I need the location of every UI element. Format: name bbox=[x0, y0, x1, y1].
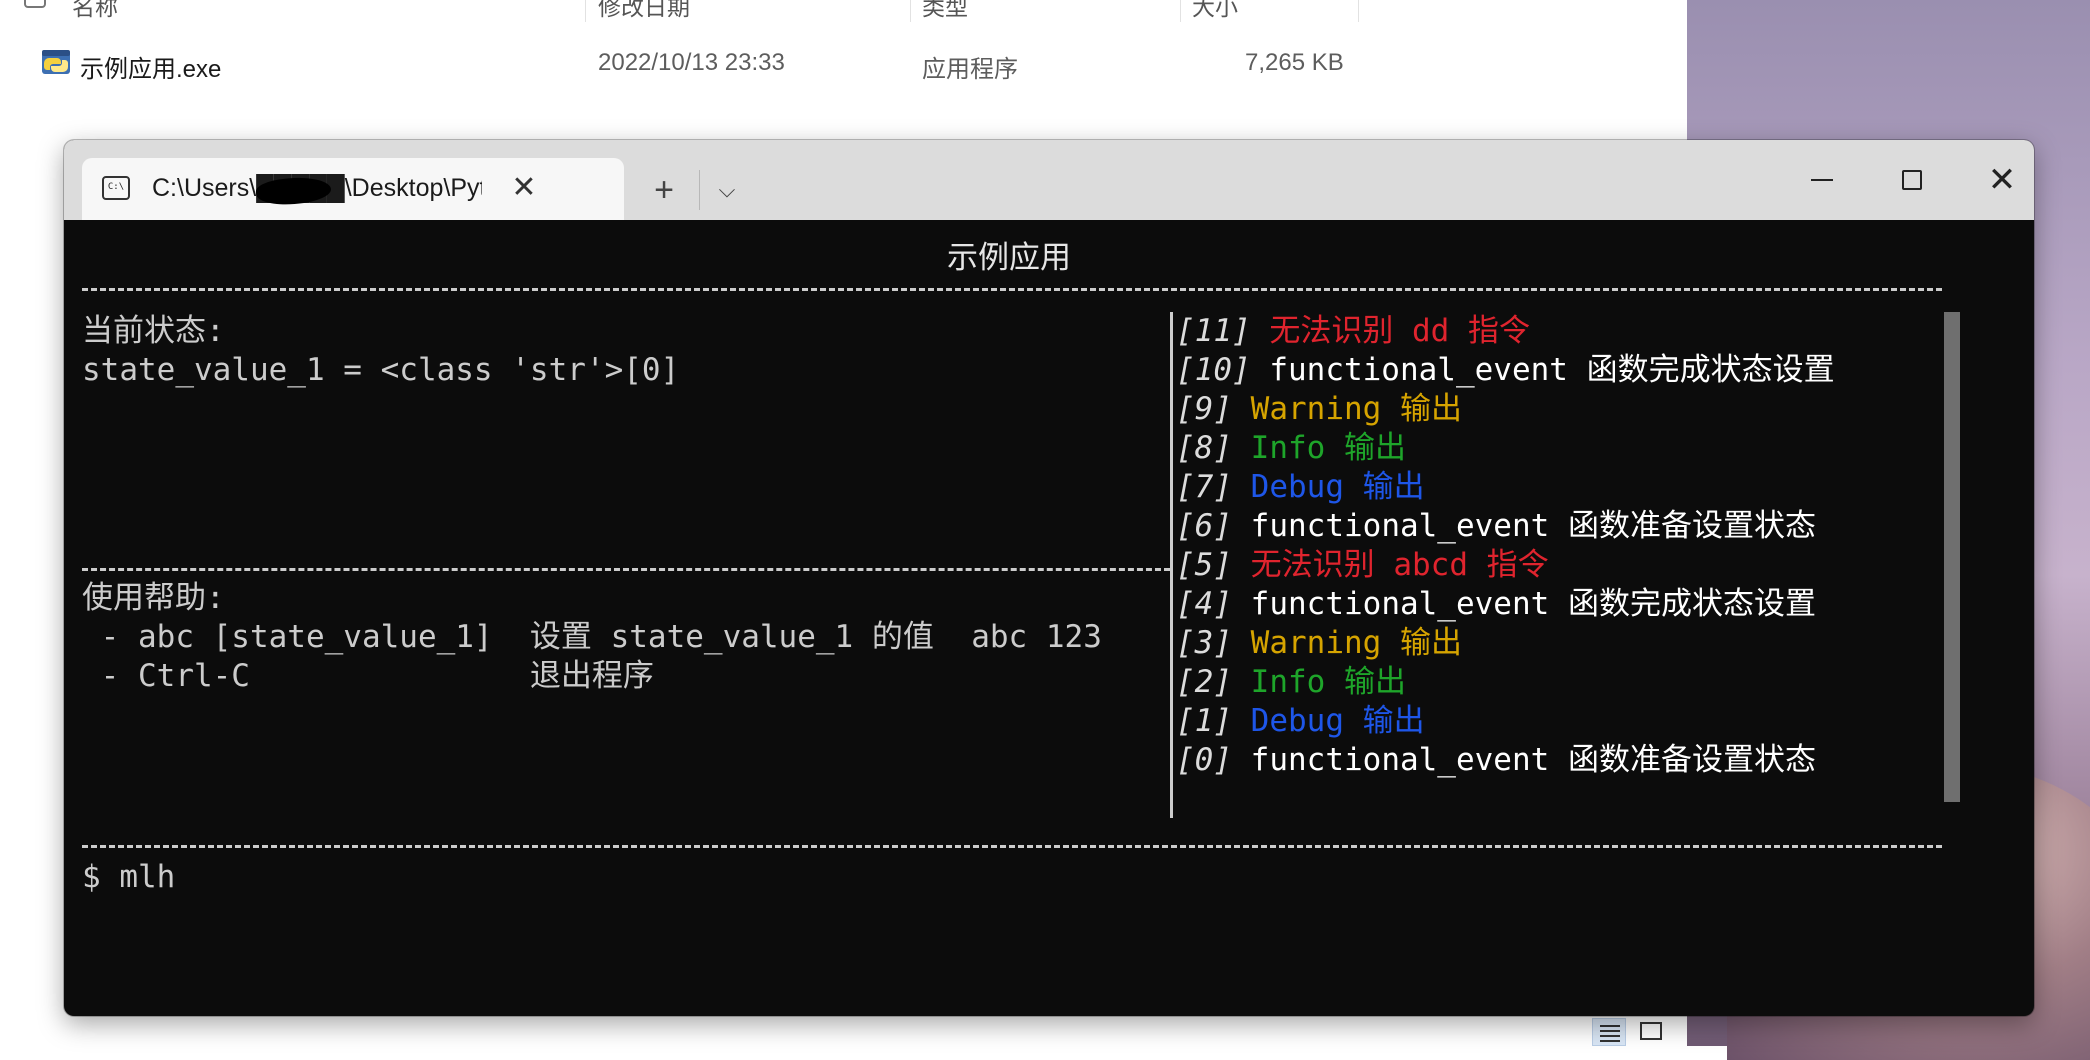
column-divider bbox=[585, 0, 586, 22]
log-entry-id: [3] bbox=[1176, 625, 1232, 661]
scrollbar-thumb[interactable] bbox=[1944, 312, 1960, 802]
title-bar[interactable]: C:\ C:\Users\█████\Desktop\Pytl ✕ + ⌵ ✕ bbox=[64, 140, 2034, 220]
chevron-down-icon[interactable]: ⌵ bbox=[706, 168, 748, 212]
column-type[interactable]: 类型 bbox=[922, 0, 968, 22]
log-entry-id: [11] bbox=[1176, 313, 1251, 349]
log-entry-message: functional_event 函数完成状态设置 bbox=[1250, 586, 1816, 622]
log-entry: [6] functional_event 函数准备设置状态 bbox=[1176, 507, 1996, 546]
maximize-icon bbox=[1902, 170, 1922, 190]
log-entry-message: Warning 输出 bbox=[1250, 391, 1462, 427]
toolbar-divider bbox=[699, 170, 700, 210]
log-entry-id: [4] bbox=[1176, 586, 1232, 622]
file-row[interactable]: 示例应用.exe 2022/10/13 23:33 应用程序 7,265 KB bbox=[0, 40, 1360, 86]
tiles-view-icon[interactable] bbox=[1634, 1018, 1668, 1046]
app-title: 示例应用 bbox=[947, 240, 1071, 276]
log-pane: [11] 无法识别 dd 指令 [10] functional_event 函数完… bbox=[1176, 312, 1996, 780]
log-entry: [8] Info 输出 bbox=[1176, 429, 1996, 468]
column-size[interactable]: 大小 bbox=[1192, 0, 1238, 22]
help-heading: 使用帮助: bbox=[82, 580, 225, 616]
close-window-button[interactable]: ✕ bbox=[1957, 140, 2034, 220]
help-line: - Ctrl-C 退出程序 bbox=[82, 658, 654, 694]
pane-separator bbox=[1170, 312, 1173, 818]
log-entry: [9] Warning 输出 bbox=[1176, 390, 1996, 429]
close-tab-icon[interactable]: ✕ bbox=[506, 170, 542, 206]
log-entry-id: [8] bbox=[1176, 430, 1232, 466]
log-entry: [1] Debug 输出 bbox=[1176, 702, 1996, 741]
log-entry: [7] Debug 输出 bbox=[1176, 468, 1996, 507]
view-toggle bbox=[1592, 1016, 1672, 1046]
details-view-icon[interactable] bbox=[1592, 1018, 1626, 1046]
top-divider bbox=[82, 288, 1942, 291]
terminal-content[interactable]: 示例应用 当前状态: state_value_1 = <class 'str'>… bbox=[64, 220, 2034, 1016]
log-entry-id: [2] bbox=[1176, 664, 1232, 700]
log-entry-message: Debug 输出 bbox=[1250, 703, 1425, 739]
log-entry-message: 无法识别 abcd 指令 bbox=[1250, 547, 1549, 583]
log-entry-message: functional_event 函数完成状态设置 bbox=[1269, 352, 1835, 388]
terminal-window: C:\ C:\Users\█████\Desktop\Pytl ✕ + ⌵ ✕ … bbox=[64, 140, 2034, 1016]
log-entry-id: [10] bbox=[1176, 352, 1251, 388]
log-entry-id: [0] bbox=[1176, 742, 1232, 778]
log-entry: [11] 无法识别 dd 指令 bbox=[1176, 312, 1996, 351]
select-all-checkbox[interactable] bbox=[24, 0, 46, 8]
middle-divider bbox=[82, 568, 1170, 571]
log-entry-id: [7] bbox=[1176, 469, 1232, 505]
state-heading: 当前状态: bbox=[82, 313, 225, 349]
log-entry-id: [6] bbox=[1176, 508, 1232, 544]
state-pane: 当前状态: state_value_1 = <class 'str'>[0] bbox=[82, 312, 1167, 390]
column-divider bbox=[1180, 0, 1181, 22]
file-size: 7,265 KB bbox=[1245, 49, 1344, 76]
log-entry-id: [1] bbox=[1176, 703, 1232, 739]
log-entry-message: 无法识别 dd 指令 bbox=[1269, 313, 1530, 349]
column-divider bbox=[1358, 0, 1359, 22]
log-entry: [3] Warning 输出 bbox=[1176, 624, 1996, 663]
log-entry-id: [5] bbox=[1176, 547, 1232, 583]
log-entry-message: Info 输出 bbox=[1250, 430, 1406, 466]
log-entry-message: Debug 输出 bbox=[1250, 469, 1425, 505]
bottom-divider bbox=[82, 845, 1942, 848]
minimize-button[interactable] bbox=[1777, 140, 1867, 220]
log-entry: [5] 无法识别 abcd 指令 bbox=[1176, 546, 1996, 585]
tab-active[interactable]: C:\ C:\Users\█████\Desktop\Pytl ✕ bbox=[82, 158, 624, 220]
log-entry: [10] functional_event 函数完成状态设置 bbox=[1176, 351, 1996, 390]
command-prompt[interactable]: $ mlh bbox=[82, 857, 175, 897]
file-type: 应用程序 bbox=[922, 56, 1018, 83]
log-entry: [0] functional_event 函数准备设置状态 bbox=[1176, 741, 1996, 780]
log-entry-message: functional_event 函数准备设置状态 bbox=[1250, 742, 1816, 778]
help-pane: 使用帮助: - abc [state_value_1] 设置 state_val… bbox=[82, 579, 1167, 696]
terminal-icon: C:\ bbox=[102, 176, 130, 200]
log-entry-message: Info 输出 bbox=[1250, 664, 1406, 700]
column-header: 名称 修改日期 类型 大小 bbox=[0, 0, 1360, 22]
column-modified[interactable]: 修改日期 bbox=[598, 0, 690, 22]
minimize-icon bbox=[1811, 179, 1833, 181]
log-scrollbar[interactable] bbox=[1944, 312, 1960, 802]
log-entry: [2] Info 输出 bbox=[1176, 663, 1996, 702]
log-entry: [4] functional_event 函数完成状态设置 bbox=[1176, 585, 1996, 624]
log-entry-message: Warning 输出 bbox=[1250, 625, 1462, 661]
log-entry-id: [9] bbox=[1176, 391, 1232, 427]
watermark: CSDN @何小有 bbox=[1969, 1020, 2076, 1037]
help-line: - abc [state_value_1] 设置 state_value_1 的… bbox=[82, 619, 1102, 655]
python-exe-icon bbox=[42, 50, 70, 74]
column-divider bbox=[910, 0, 911, 22]
maximize-button[interactable] bbox=[1867, 140, 1957, 220]
file-modified: 2022/10/13 23:33 bbox=[598, 49, 785, 76]
state-value: state_value_1 = <class 'str'>[0] bbox=[82, 352, 680, 388]
new-tab-button[interactable]: + bbox=[636, 168, 692, 212]
column-name[interactable]: 名称 bbox=[72, 0, 118, 22]
log-entry-message: functional_event 函数准备设置状态 bbox=[1250, 508, 1816, 544]
file-name[interactable]: 示例应用.exe bbox=[80, 49, 221, 84]
